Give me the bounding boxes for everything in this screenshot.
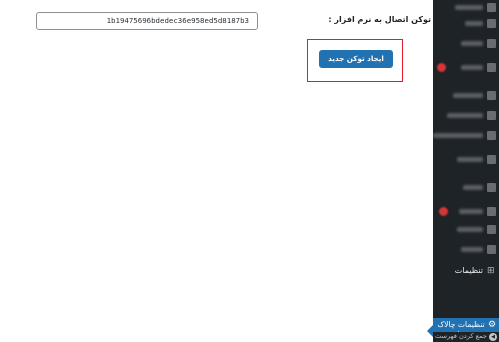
menu-icon (487, 63, 496, 72)
blurred-label (461, 41, 483, 46)
menu-icon (487, 245, 496, 254)
gear-icon: ⚙ (488, 320, 497, 330)
sidebar-item-blurred[interactable] (433, 222, 499, 238)
sidebar-item-blurred[interactable] (433, 180, 499, 196)
menu-icon (487, 225, 496, 234)
sidebar-item-blurred[interactable] (433, 36, 499, 52)
generate-token-button[interactable]: ایجاد توکن جدید (319, 50, 393, 68)
main-content: توکن اتصال به نرم افزار : 1b19475696bded… (0, 0, 433, 342)
sidebar-item-blurred[interactable] (433, 88, 499, 104)
blurred-label (433, 133, 483, 138)
blurred-label (455, 5, 483, 10)
menu-icon (487, 111, 496, 120)
menu-icon (487, 91, 496, 100)
settings-icon: ⊞ (487, 266, 495, 276)
blurred-label (459, 209, 483, 214)
blurred-label (457, 227, 483, 232)
collapse-row[interactable]: جمع کردن فهرست ◀ (433, 332, 499, 342)
blurred-label (457, 157, 483, 162)
blurred-label (463, 185, 483, 190)
menu-icon (487, 155, 496, 164)
sidebar-item-blurred[interactable] (433, 108, 499, 124)
sidebar-item-blurred[interactable] (433, 128, 499, 144)
blurred-label (461, 65, 483, 70)
sidebar-item-blurred[interactable] (433, 0, 499, 16)
menu-icon (487, 131, 496, 140)
blurred-label (447, 113, 483, 118)
sidebar-item-blurred[interactable] (433, 16, 499, 32)
collapse-label: جمع کردن فهرست (435, 332, 487, 340)
blurred-label (465, 21, 483, 26)
menu-icon (487, 3, 496, 12)
sidebar-item-blurred[interactable] (433, 242, 499, 258)
token-label: توکن اتصال به نرم افزار : (328, 15, 431, 24)
menu-icon (487, 207, 496, 216)
menu-icon (487, 183, 496, 192)
menu-icon (487, 19, 496, 28)
sidebar-item-blurred[interactable] (433, 204, 499, 220)
collapse-icon: ◀ (489, 333, 497, 341)
token-input[interactable]: 1b19475696bdedec36e958ed5d8187b3 (36, 12, 258, 30)
blurred-label (453, 93, 483, 98)
admin-sidebar: ⊞ تنظیمات (433, 0, 499, 342)
notification-badge (437, 63, 446, 72)
menu-icon (487, 39, 496, 48)
notification-badge (439, 207, 448, 216)
sidebar-item-settings[interactable]: ⊞ تنظیمات (433, 264, 499, 280)
sidebar-item-blurred[interactable] (433, 60, 499, 76)
sidebar-item-blurred[interactable] (433, 152, 499, 168)
sidebar-item-label: تنظیمات (454, 266, 483, 275)
blurred-label (461, 247, 483, 252)
